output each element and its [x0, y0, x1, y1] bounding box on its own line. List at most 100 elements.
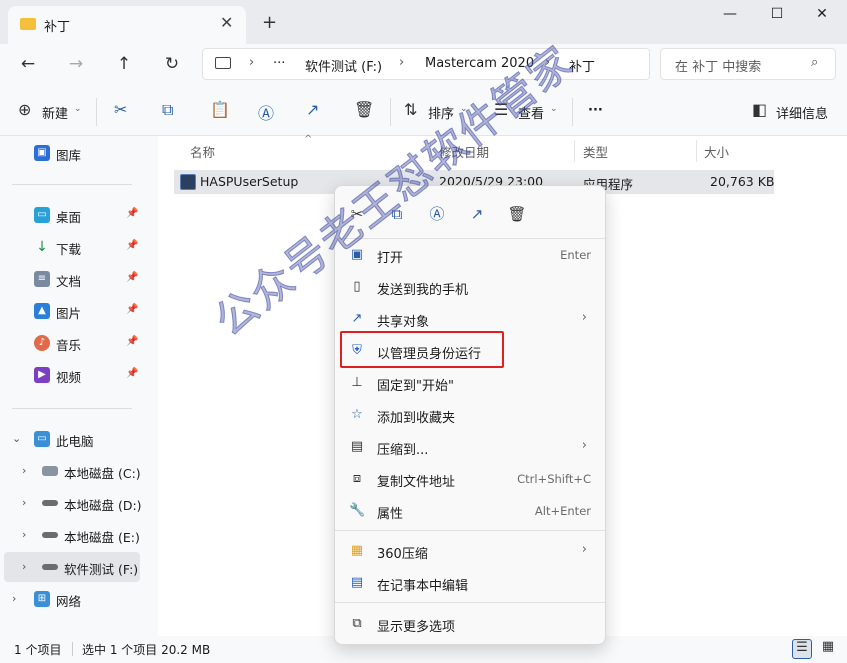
copy-path-icon: ⧈ [352, 471, 362, 486]
details-pane-icon: ◧ [752, 100, 768, 119]
sidebar-item-pictures[interactable]: ▲ 图片 📌 [4, 296, 140, 326]
menu-item-label: 固定到"开始" [377, 379, 454, 394]
sidebar-item-network[interactable]: › ⊞ 网络 [4, 584, 140, 614]
sidebar-item-documents[interactable]: ≡ 文档 📌 [4, 264, 140, 294]
documents-icon: ≡ [34, 271, 50, 287]
breadcrumb-separator: › [399, 55, 405, 70]
pin-icon[interactable]: 📌 [126, 272, 138, 283]
menu-item-share[interactable]: ↗ 共享对象 › [341, 304, 599, 334]
sidebar-item-drive-e[interactable]: › 本地磁盘 (E:) [4, 520, 140, 550]
divider[interactable] [574, 140, 575, 162]
breadcrumb-drive-f[interactable]: 软件测试 (F:) [305, 56, 382, 75]
more-button[interactable]: ··· [588, 103, 603, 118]
breadcrumb-more[interactable]: ··· [273, 56, 285, 71]
search-input[interactable]: 在 补丁 中搜索 [675, 56, 761, 75]
close-window-button[interactable]: ✕ [802, 6, 842, 26]
column-header-name[interactable]: 名称 [190, 142, 215, 161]
menu-item-copy-path[interactable]: ⧈ 复制文件地址 Ctrl+Shift+C [341, 464, 599, 494]
pin-icon[interactable]: 📌 [126, 368, 138, 379]
sidebar-item-label: 本地磁盘 (E:) [64, 530, 140, 545]
menu-item-label: 属性 [377, 507, 404, 522]
column-header-type[interactable]: 类型 [583, 142, 608, 161]
menu-item-open[interactable]: ▣ 打开 Enter [341, 240, 599, 270]
file-name: HASPUserSetup [200, 174, 299, 189]
delete-icon[interactable]: 🗑 [503, 200, 531, 228]
sidebar-item-gallery[interactable]: ▣ 图库 [4, 138, 140, 168]
pin-icon[interactable]: 📌 [126, 208, 138, 219]
search-box[interactable]: 在 补丁 中搜索 ⌕ [660, 48, 836, 80]
drive-icon [42, 532, 58, 538]
menu-item-pin-to-start[interactable]: ⊥ 固定到"开始" [341, 368, 599, 398]
new-icon: ⊕ [18, 100, 32, 119]
wrench-icon: 🔧 [349, 503, 366, 518]
address-bar-row: ← → ↑ ↻ › ··· 软件测试 (F:) › Mastercam 2020… [0, 44, 847, 88]
chevron-right-icon[interactable]: › [12, 592, 16, 605]
sidebar-item-this-pc[interactable]: ⌄ ▭ 此电脑 [4, 424, 140, 454]
cut-icon[interactable]: ✂ [114, 100, 127, 119]
chevron-right-icon[interactable]: › [22, 560, 26, 573]
up-button[interactable]: ↑ [112, 54, 136, 74]
menu-item-edit-in-notepad[interactable]: ▤ 在记事本中编辑 [341, 568, 599, 598]
minimize-button[interactable]: — [710, 6, 750, 26]
notepad-icon: ▤ [350, 575, 364, 590]
back-button[interactable]: ← [16, 54, 40, 74]
sidebar-item-label: 软件测试 (F:) [64, 562, 139, 577]
divider [96, 98, 97, 126]
sidebar-item-drive-f[interactable]: › 软件测试 (F:) [4, 552, 140, 582]
chevron-right-icon[interactable]: › [22, 496, 26, 509]
menu-item-add-to-favorites[interactable]: ☆ 添加到收藏夹 [341, 400, 599, 430]
forward-button[interactable]: → [64, 54, 88, 74]
menu-item-send-to-phone[interactable]: ▯ 发送到我的手机 [341, 272, 599, 302]
chevron-down-icon[interactable]: ⌄ [12, 432, 21, 445]
menu-item-label: 添加到收藏夹 [377, 411, 456, 426]
selection-info: 选中 1 个项目 20.2 MB [82, 643, 211, 657]
this-pc-icon: ▭ [34, 431, 50, 447]
close-tab-icon[interactable]: ✕ [220, 13, 233, 32]
sidebar-item-desktop[interactable]: ▭ 桌面 📌 [4, 200, 140, 230]
chevron-right-icon: › [581, 310, 587, 325]
chevron-down-icon: ⌄ [74, 104, 82, 114]
pin-icon[interactable]: 📌 [126, 304, 138, 315]
copy-icon[interactable]: ⧉ [162, 100, 173, 120]
menu-item-compress[interactable]: ▤ 压缩到... › [341, 432, 599, 462]
menu-item-properties[interactable]: 🔧 属性 Alt+Enter [341, 496, 599, 526]
divider [335, 530, 605, 531]
divider[interactable] [696, 140, 697, 162]
sidebar-item-drive-c[interactable]: › 本地磁盘 (C:) [4, 456, 141, 486]
sidebar-item-drive-d[interactable]: › 本地磁盘 (D:) [4, 488, 142, 518]
sidebar-item-label: 本地磁盘 (D:) [64, 498, 142, 513]
pin-icon[interactable]: 📌 [126, 240, 138, 251]
column-header-size[interactable]: 大小 [704, 142, 729, 161]
menu-item-360-compress[interactable]: ▦ 360压缩 › [341, 536, 599, 566]
chevron-right-icon[interactable]: › [22, 528, 26, 541]
details-view-icon[interactable]: ☰ [792, 639, 812, 659]
sort-ascending-icon: ^ [304, 134, 313, 145]
delete-icon[interactable]: 🗑 [354, 100, 374, 119]
gallery-icon: ▣ [34, 145, 50, 161]
sidebar-item-videos[interactable]: ▶ 视频 📌 [4, 360, 140, 390]
new-button[interactable]: 新建 [42, 103, 68, 122]
maximize-button[interactable]: ☐ [757, 6, 797, 26]
menu-item-label: 显示更多选项 [377, 620, 456, 635]
rename-icon[interactable]: Ⓐ [258, 100, 274, 124]
pin-icon[interactable]: 📌 [126, 336, 138, 347]
sidebar-item-label: 图库 [56, 148, 82, 163]
share-icon[interactable]: ↗ [463, 200, 491, 228]
chevron-right-icon[interactable]: › [22, 464, 26, 477]
refresh-button[interactable]: ↻ [160, 54, 184, 74]
details-button[interactable]: 详细信息 [776, 103, 828, 122]
menu-item-show-more-options[interactable]: ⧉ 显示更多选项 [341, 609, 599, 639]
highlight-annotation [340, 331, 504, 368]
sidebar-item-music[interactable]: ♪ 音乐 📌 [4, 328, 140, 358]
divider [390, 98, 391, 126]
new-tab-button[interactable]: + [262, 12, 277, 33]
sidebar-item-label: 文档 [56, 274, 82, 289]
sidebar-item-downloads[interactable]: ↓ 下载 📌 [4, 232, 140, 262]
share-icon[interactable]: ↗ [306, 100, 319, 119]
download-icon: ↓ [36, 239, 48, 255]
paste-icon[interactable]: 📋 [210, 100, 230, 119]
tab-current[interactable]: 补丁 ✕ [8, 6, 246, 44]
tiles-view-icon[interactable]: ▦ [818, 639, 838, 659]
rename-icon[interactable]: Ⓐ [423, 200, 451, 228]
pin-icon: ⊥ [351, 375, 363, 390]
